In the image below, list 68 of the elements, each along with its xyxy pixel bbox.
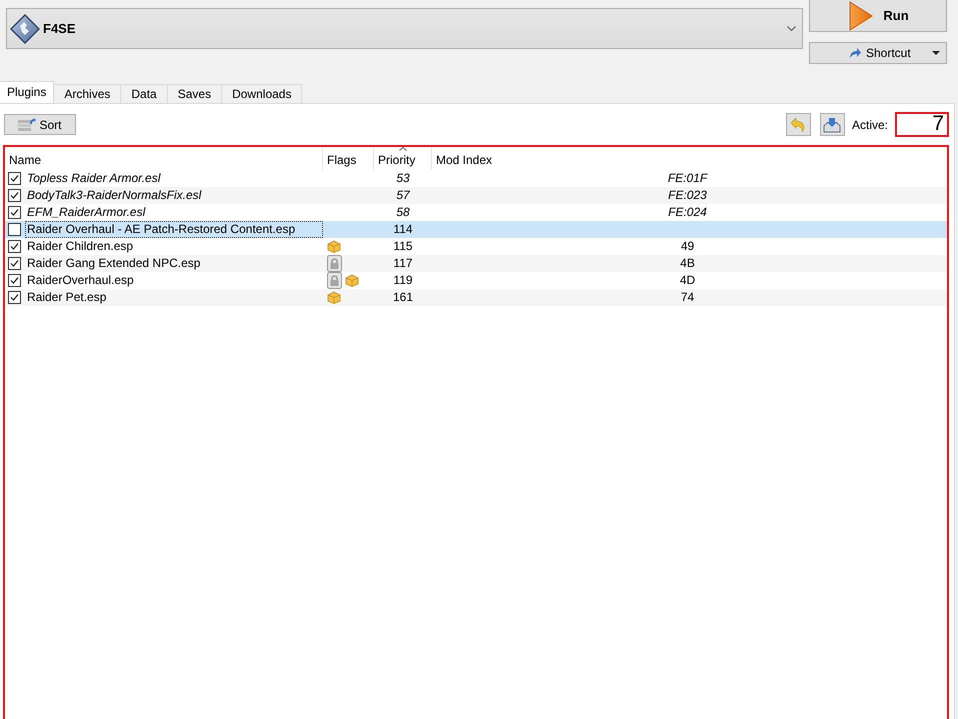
plugin-checkbox[interactable] — [8, 172, 21, 185]
mod-index-value: FE:024 — [668, 205, 707, 220]
tab[interactable]: Data — [121, 84, 168, 103]
plugin-name: BodyTalk3-RaiderNormalsFix.esl — [26, 187, 202, 204]
plugin-row[interactable]: Topless Raider Armor.esl 53 FE:01F — [5, 170, 947, 187]
plugin-name: Raider Children.esp — [26, 238, 134, 255]
mod-index-value: 74 — [680, 290, 694, 305]
save-button[interactable] — [820, 113, 845, 136]
lock-icon — [327, 272, 342, 289]
column-header[interactable]: Name — [5, 147, 323, 170]
box-icon — [345, 274, 359, 287]
plugin-name: EFM_RaiderArmor.esl — [26, 204, 146, 221]
plugin-checkbox[interactable] — [8, 206, 21, 219]
priority-value: 117 — [393, 256, 413, 271]
plugin-checkbox[interactable] — [8, 291, 21, 304]
priority-value: 161 — [392, 290, 414, 305]
plugin-checkbox[interactable] — [8, 240, 21, 253]
plugin-checkbox[interactable] — [8, 223, 21, 236]
plugin-row[interactable]: BodyTalk3-RaiderNormalsFix.esl 57 FE:023 — [5, 187, 947, 204]
play-icon — [849, 0, 874, 30]
column-header[interactable]: Mod Index — [432, 147, 947, 170]
list-arrow-icon — [18, 118, 36, 132]
chevron-icon — [787, 26, 796, 31]
tab[interactable]: Saves — [168, 84, 222, 103]
mod-index-value: 49 — [680, 239, 694, 254]
plugin-checkbox[interactable] — [8, 257, 21, 270]
column-header[interactable]: Priority — [374, 147, 432, 170]
mod-index-value: 4D — [680, 273, 696, 288]
plugin-row[interactable]: EFM_RaiderArmor.esl 58 FE:024 — [5, 204, 947, 221]
plugin-name: Raider Overhaul - AE Patch-Restored Content.esp — [25, 221, 323, 238]
diamond-icon — [10, 14, 40, 44]
lock-icon — [327, 255, 342, 272]
shortcut-button[interactable]: Shortcut — [809, 42, 947, 64]
active-count-label: Active: — [852, 118, 888, 132]
priority-value: 57 — [396, 188, 410, 203]
priority-value: 119 — [393, 273, 413, 288]
plugin-name: RaiderOverhaul.esp — [26, 272, 135, 289]
plugin-checkbox[interactable] — [8, 274, 21, 287]
mod-index-value: FE:01F — [668, 171, 708, 186]
box-icon — [327, 291, 341, 304]
plugin-row[interactable]: Raider Children.esp 115 49 — [5, 238, 947, 255]
box-icon — [327, 240, 341, 253]
sort-ascending-icon — [399, 147, 407, 151]
profile-dropdown[interactable]: F4SE — [6, 8, 803, 49]
sort-button[interactable]: Sort — [4, 114, 76, 135]
plugin-name: Raider Pet.esp — [26, 289, 108, 306]
plugin-row[interactable]: Raider Overhaul - AE Patch-Restored Content.esp 114 — [5, 221, 947, 238]
plugin-row[interactable]: Raider Pet.esp 161 74 — [5, 289, 947, 306]
tab[interactable]: Plugins — [0, 81, 54, 103]
run-button[interactable]: Run — [809, 0, 947, 32]
mod-index-value: 4B — [680, 256, 695, 271]
curved-arrow-icon — [849, 47, 861, 59]
plugin-name: Raider Gang Extended NPC.esp — [26, 255, 202, 272]
priority-value: 53 — [396, 171, 410, 186]
undo-arrow-icon — [791, 118, 806, 132]
tray-arrow-icon — [823, 116, 842, 132]
tab[interactable]: Archives — [54, 84, 122, 103]
active-count-field[interactable]: 7 — [895, 112, 949, 137]
plugin-checkbox[interactable] — [8, 189, 21, 202]
mod-index-value: FE:023 — [668, 188, 707, 203]
priority-value: 58 — [396, 205, 410, 220]
caret-icon — [932, 51, 940, 55]
column-header[interactable]: Flags — [323, 147, 374, 170]
priority-value: 114 — [393, 222, 413, 237]
plugin-name: Topless Raider Armor.esl — [26, 170, 162, 187]
tab[interactable]: Downloads — [222, 84, 302, 103]
plugin-row[interactable]: Raider Gang Extended NPC.esp 117 4B — [5, 255, 947, 272]
priority-value: 115 — [393, 239, 413, 254]
